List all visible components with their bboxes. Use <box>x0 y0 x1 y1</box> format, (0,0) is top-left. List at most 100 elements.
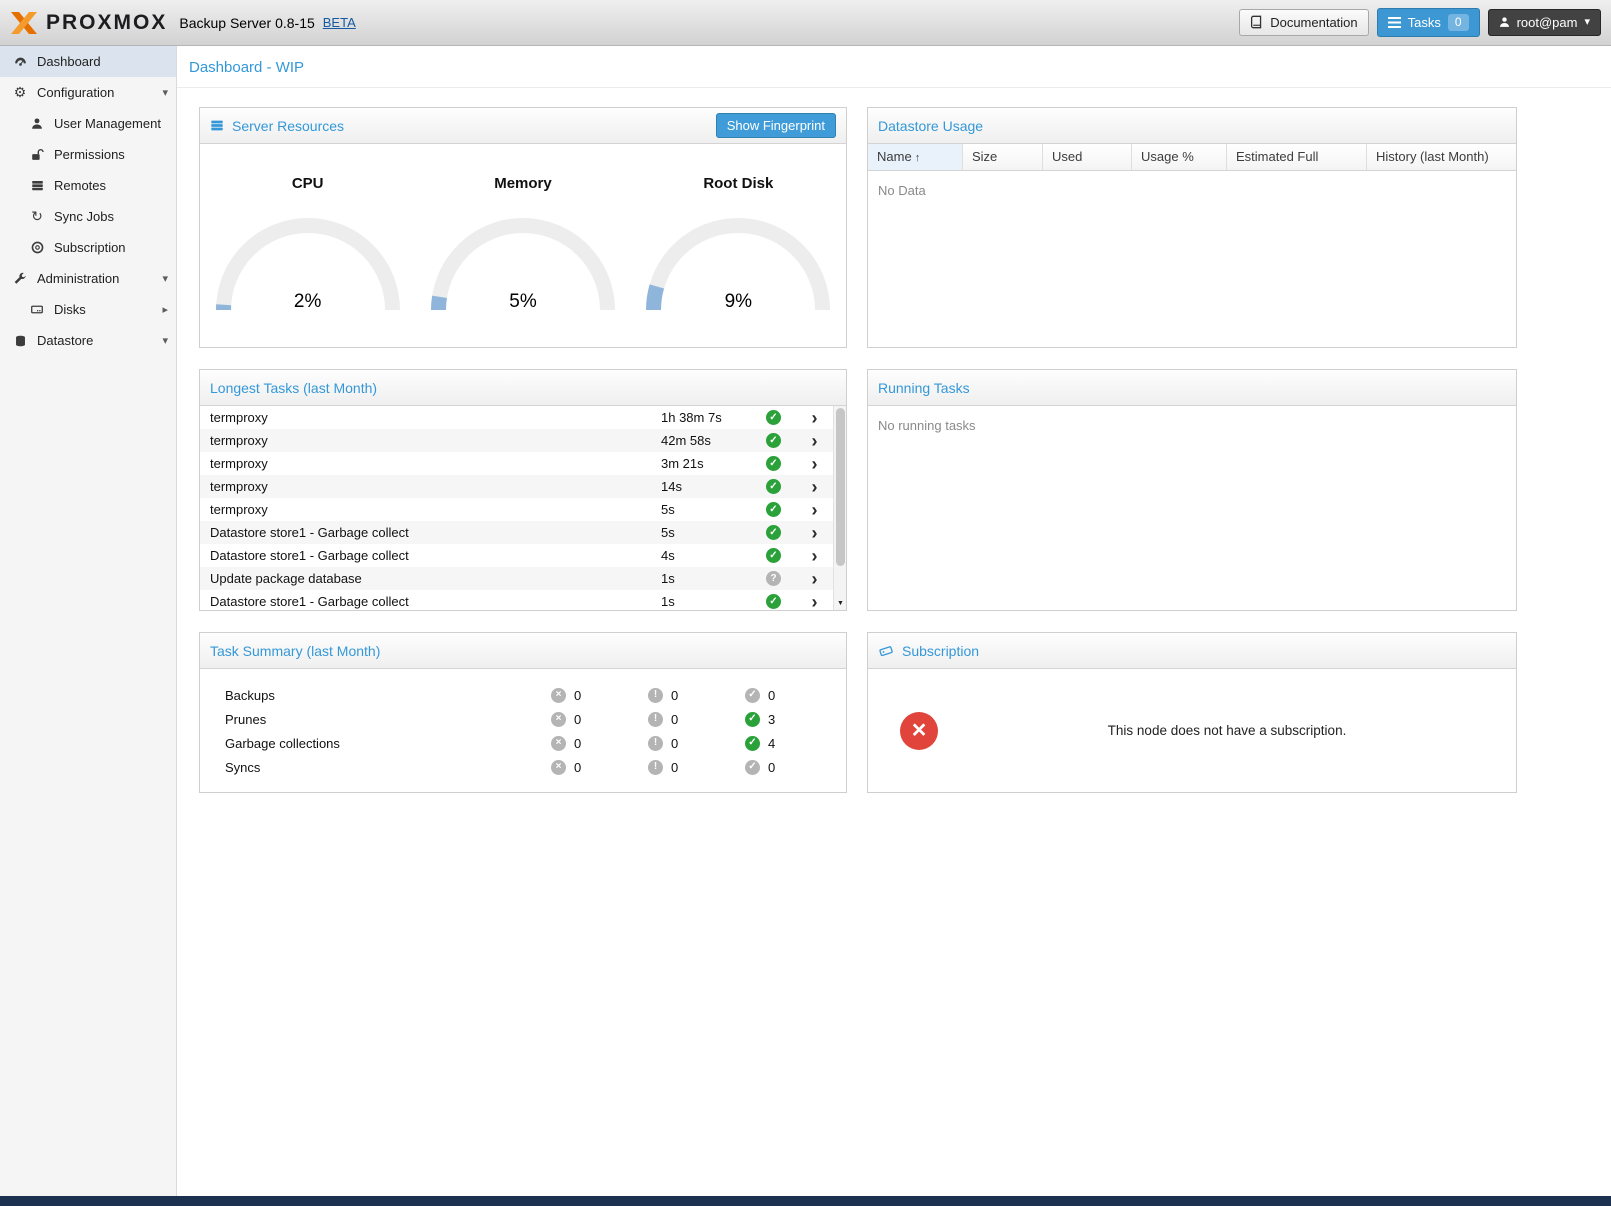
ok-count: 0 <box>768 760 775 775</box>
task-row[interactable]: termproxy 3m 21s ✓ › <box>200 452 833 475</box>
sidebar-item-label: Configuration <box>37 85 114 100</box>
server-resources-icon <box>210 119 224 132</box>
ok-count-icon: ✓ <box>745 736 760 751</box>
chevron-right-icon[interactable]: ▸ <box>162 303 168 316</box>
vertical-scrollbar[interactable]: ▼ <box>833 406 846 610</box>
ok-count: 3 <box>768 712 775 727</box>
sidebar-item-subscription[interactable]: Subscription <box>0 232 176 263</box>
warning-count: 0 <box>671 688 678 703</box>
warning-count: 0 <box>671 712 678 727</box>
sidebar-item-label: Remotes <box>54 178 106 193</box>
task-list-icon <box>1388 17 1401 28</box>
beta-link[interactable]: BETA <box>323 15 356 30</box>
error-count: 0 <box>574 688 581 703</box>
task-row[interactable]: termproxy 14s ✓ › <box>200 475 833 498</box>
cpu-gauge: CPU 2% <box>200 144 415 347</box>
ok-status-icon: ✓ <box>766 594 781 609</box>
wrench-icon <box>12 272 28 286</box>
sidebar-item-user-management[interactable]: User Management <box>0 108 176 139</box>
panel-title: Server Resources <box>232 118 344 134</box>
error-count: 0 <box>574 760 581 775</box>
warning-count-icon: ! <box>648 712 663 727</box>
sidebar-item-label: Permissions <box>54 147 125 162</box>
ok-count: 4 <box>768 736 775 751</box>
scrollbar-thumb[interactable] <box>836 408 845 566</box>
open-task-chevron-icon[interactable]: › <box>796 478 833 496</box>
task-row[interactable]: termproxy 42m 58s ✓ › <box>200 429 833 452</box>
task-row[interactable]: Datastore store1 - Garbage collect 1s ✓ … <box>200 590 833 610</box>
sidebar-item-permissions[interactable]: Permissions <box>0 139 176 170</box>
column-header-estimated-full[interactable]: Estimated Full <box>1227 144 1367 170</box>
datastore-empty-text: No Data <box>868 171 1516 210</box>
running-tasks-header: Running Tasks <box>868 370 1516 406</box>
tasks-button[interactable]: Tasks 0 <box>1377 8 1480 36</box>
brand: PROXMOX Backup Server 0.8-15 BETA <box>10 11 356 35</box>
user-menu-button[interactable]: root@pam ▾ <box>1488 9 1601 37</box>
sidebar-item-administration[interactable]: Administration ▾ <box>0 263 176 294</box>
bottom-bar <box>0 1196 1611 1206</box>
task-row[interactable]: termproxy 1h 38m 7s ✓ › <box>200 406 833 429</box>
column-header-name[interactable]: Name↑ <box>868 144 963 170</box>
column-header-used[interactable]: Used <box>1043 144 1132 170</box>
sidebar-item-sync-jobs[interactable]: ↻ Sync Jobs <box>0 201 176 232</box>
warning-count: 0 <box>671 760 678 775</box>
dashboard-panels: Server Resources Show Fingerprint CPU 2%… <box>177 88 1611 793</box>
open-task-chevron-icon[interactable]: › <box>796 570 833 588</box>
column-header-size[interactable]: Size <box>963 144 1043 170</box>
sidebar-item-remotes[interactable]: Remotes <box>0 170 176 201</box>
database-icon <box>12 334 28 348</box>
error-count-icon: × <box>551 760 566 775</box>
product-version: Backup Server 0.8-15 <box>179 15 314 31</box>
summary-row-backups: Backups ×0 !0 ✓0 <box>225 683 846 707</box>
panel-title: Datastore Usage <box>878 118 983 134</box>
open-task-chevron-icon[interactable]: › <box>796 455 833 473</box>
show-fingerprint-button[interactable]: Show Fingerprint <box>716 113 836 138</box>
sidebar-item-datastore[interactable]: Datastore ▾ <box>0 325 176 356</box>
ok-count-icon: ✓ <box>745 760 760 775</box>
longest-tasks-list: termproxy 1h 38m 7s ✓ › termproxy 42m 58… <box>200 406 846 610</box>
sidebar-item-configuration[interactable]: ⚙ Configuration ▾ <box>0 77 176 108</box>
dashboard-row-3: Task Summary (last Month) Backups ×0 !0 … <box>199 632 1611 793</box>
sidebar-item-dashboard[interactable]: Dashboard <box>0 46 176 77</box>
warning-count: 0 <box>671 736 678 751</box>
open-task-chevron-icon[interactable]: › <box>796 432 833 450</box>
open-task-chevron-icon[interactable]: › <box>796 547 833 565</box>
datastore-usage-header: Datastore Usage <box>868 108 1516 144</box>
subscription-body: × This node does not have a subscription… <box>868 669 1516 792</box>
sidebar-item-label: Datastore <box>37 333 93 348</box>
column-header-usage-percent[interactable]: Usage % <box>1132 144 1227 170</box>
task-summary-body: Backups ×0 !0 ✓0 Prunes ×0 !0 ✓3 Garbage… <box>200 669 846 779</box>
server-list-icon <box>29 179 45 192</box>
open-task-chevron-icon[interactable]: › <box>796 524 833 542</box>
dashboard-icon <box>12 55 28 69</box>
sidebar-item-label: Sync Jobs <box>54 209 114 224</box>
main-content: Dashboard - WIP Server Resources Show Fi… <box>177 46 1611 1196</box>
panel-title: Subscription <box>902 643 979 659</box>
task-row[interactable]: Datastore store1 - Garbage collect 4s ✓ … <box>200 544 833 567</box>
task-row[interactable]: Update package database 1s ? › <box>200 567 833 590</box>
chevron-down-icon[interactable]: ▾ <box>162 272 168 285</box>
sidebar-item-label: Subscription <box>54 240 126 255</box>
task-row[interactable]: termproxy 5s ✓ › <box>200 498 833 521</box>
sidebar-item-disks[interactable]: Disks ▸ <box>0 294 176 325</box>
open-task-chevron-icon[interactable]: › <box>796 593 833 611</box>
running-tasks-panel: Running Tasks No running tasks <box>867 369 1517 611</box>
scroll-down-arrow-icon[interactable]: ▼ <box>834 596 846 610</box>
user-label: root@pam <box>1517 15 1578 31</box>
ok-status-icon: ✓ <box>766 456 781 471</box>
gauge-value: 5% <box>415 291 630 313</box>
documentation-button[interactable]: Documentation <box>1239 9 1368 37</box>
open-task-chevron-icon[interactable]: › <box>796 409 833 427</box>
chevron-down-icon[interactable]: ▾ <box>162 86 168 99</box>
ok-count-icon: ✓ <box>745 712 760 727</box>
column-header-history[interactable]: History (last Month) <box>1367 144 1516 170</box>
page-title: Dashboard - WIP <box>177 46 1611 88</box>
task-row[interactable]: Datastore store1 - Garbage collect 5s ✓ … <box>200 521 833 544</box>
dashboard-row-2: Longest Tasks (last Month) termproxy 1h … <box>199 369 1611 611</box>
task-rows: termproxy 1h 38m 7s ✓ › termproxy 42m 58… <box>200 406 833 610</box>
error-count-icon: × <box>551 736 566 751</box>
gauge-value: 2% <box>200 291 415 313</box>
chevron-down-icon[interactable]: ▾ <box>162 334 168 347</box>
sidebar-item-label: User Management <box>54 116 161 131</box>
open-task-chevron-icon[interactable]: › <box>796 501 833 519</box>
